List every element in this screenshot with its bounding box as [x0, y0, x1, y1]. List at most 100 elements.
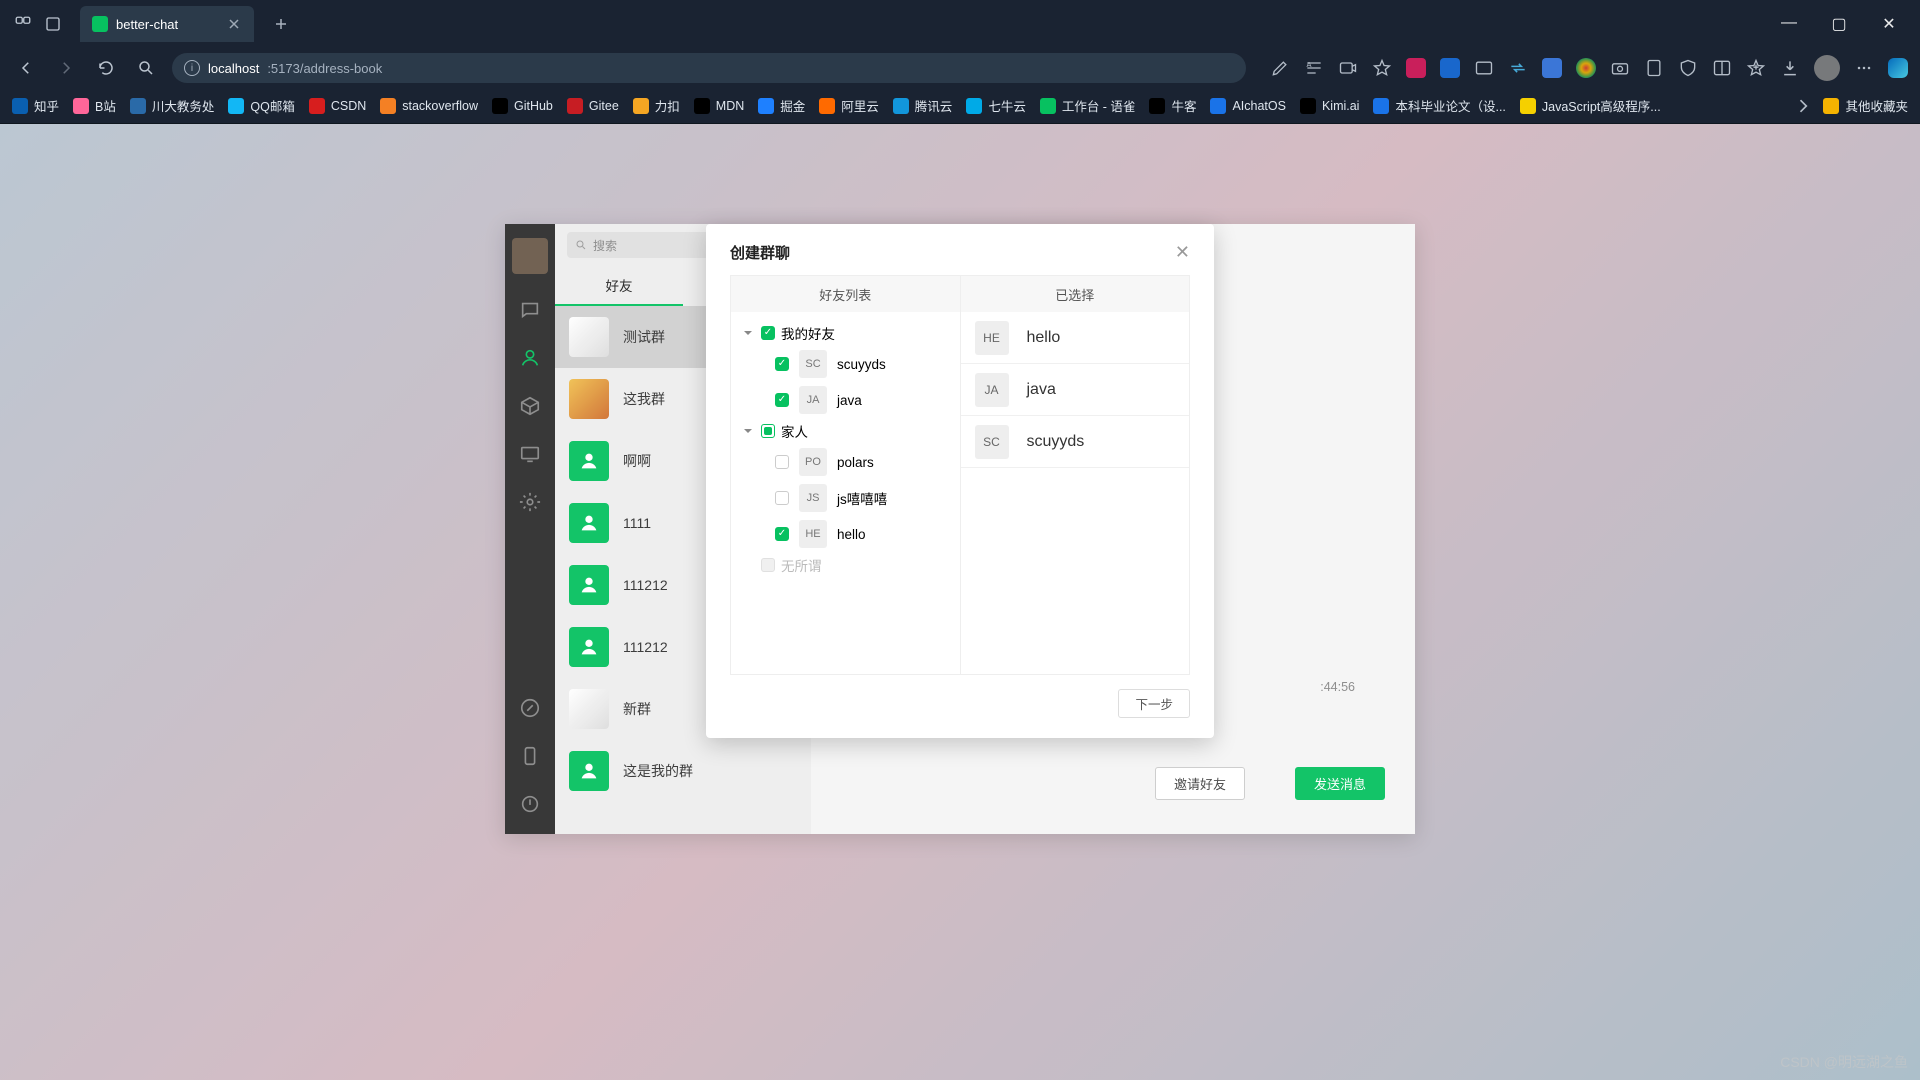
- ext-icon-4[interactable]: [1576, 58, 1596, 78]
- bookmark-item[interactable]: JavaScript高级程序...: [1520, 96, 1661, 115]
- bookmark-item[interactable]: 工作台 - 语雀: [1040, 96, 1136, 115]
- category-label: 我的好友: [781, 323, 835, 343]
- friend-name: hello: [837, 527, 866, 542]
- browser-addressbar: i localhost:5173/address-book A: [0, 48, 1920, 88]
- copilot-icon[interactable]: [1888, 58, 1908, 78]
- checkbox[interactable]: [761, 424, 775, 438]
- window-minimize[interactable]: —: [1774, 14, 1804, 34]
- chevron-down-icon[interactable]: [741, 326, 755, 340]
- modal-mask[interactable]: 创建群聊 ✕ 好友列表 我的好友SCscuyydsJAjava家人POpolar…: [0, 124, 1920, 1080]
- tree-friend-item[interactable]: HEhello: [741, 516, 950, 552]
- bookmarks-overflow[interactable]: [1793, 96, 1813, 116]
- nav-search[interactable]: [132, 54, 160, 82]
- checkbox[interactable]: [775, 455, 789, 469]
- more-icon[interactable]: [1854, 58, 1874, 78]
- selected-item[interactable]: JAjava: [961, 364, 1190, 416]
- ext-icon-3[interactable]: [1542, 58, 1562, 78]
- tree-category[interactable]: 我的好友: [741, 320, 950, 346]
- split-icon[interactable]: [1712, 58, 1732, 78]
- downloads-icon[interactable]: [1780, 58, 1800, 78]
- bookmark-label: 七牛云: [988, 96, 1026, 115]
- bookmark-item[interactable]: QQ邮箱: [228, 96, 294, 115]
- bookmark-item[interactable]: 腾讯云: [893, 96, 953, 115]
- bookmark-item[interactable]: 本科毕业论文（设...: [1373, 96, 1505, 115]
- browser-tab[interactable]: better-chat: [80, 6, 254, 42]
- target-header: 已选择: [961, 276, 1190, 312]
- bookmark-icon: [228, 98, 244, 114]
- tree-category[interactable]: 无所谓: [741, 552, 950, 578]
- bookmark-item[interactable]: AIchatOS: [1210, 98, 1286, 114]
- bookmark-icon: [567, 98, 583, 114]
- bookmark-label: B站: [95, 96, 116, 115]
- bookmark-item[interactable]: CSDN: [309, 98, 366, 114]
- bookmark-item[interactable]: 川大教务处: [130, 96, 215, 115]
- ext-icon-2[interactable]: [1440, 58, 1460, 78]
- bookmark-label: CSDN: [331, 99, 366, 113]
- edit-icon[interactable]: [1270, 58, 1290, 78]
- bookmark-item[interactable]: B站: [73, 96, 116, 115]
- chevron-down-icon[interactable]: [741, 424, 755, 438]
- bookmark-item[interactable]: 牛客: [1149, 96, 1196, 115]
- bookmark-item[interactable]: 七牛云: [966, 96, 1026, 115]
- tree-friend-item[interactable]: SCscuyyds: [741, 346, 950, 382]
- bookmark-folder[interactable]: 其他收藏夹: [1823, 96, 1908, 115]
- bookmark-item[interactable]: 阿里云: [819, 96, 879, 115]
- checkbox[interactable]: [775, 527, 789, 541]
- profile-avatar[interactable]: [1814, 55, 1840, 81]
- tab-title: better-chat: [116, 17, 178, 32]
- bookmark-label: 牛客: [1171, 96, 1196, 115]
- bookmark-label: 掘金: [780, 96, 805, 115]
- picture-icon[interactable]: [1474, 58, 1494, 78]
- nav-refresh[interactable]: [92, 54, 120, 82]
- camera-icon[interactable]: [1610, 58, 1630, 78]
- tree-friend-item[interactable]: JSjs嘻嘻嘻: [741, 480, 950, 516]
- transfer-target: 已选择 HEhelloJAjavaSCscuyyds: [960, 276, 1190, 674]
- note-icon[interactable]: [1644, 58, 1664, 78]
- checkbox[interactable]: [761, 326, 775, 340]
- tree-friend-item[interactable]: JAjava: [741, 382, 950, 418]
- next-step-button[interactable]: 下一步: [1118, 689, 1190, 718]
- favorite-icon[interactable]: [1372, 58, 1392, 78]
- shield-icon[interactable]: [1678, 58, 1698, 78]
- bookmark-item[interactable]: MDN: [694, 98, 744, 114]
- bookmark-item[interactable]: 知乎: [12, 96, 59, 115]
- bookmark-item[interactable]: 掘金: [758, 96, 805, 115]
- bookmark-item[interactable]: stackoverflow: [380, 98, 478, 114]
- selected-item[interactable]: SCscuyyds: [961, 416, 1190, 468]
- checkbox[interactable]: [775, 491, 789, 505]
- window-close[interactable]: ✕: [1874, 14, 1904, 34]
- sync-icon[interactable]: [1508, 58, 1528, 78]
- bookmark-label: QQ邮箱: [250, 96, 294, 115]
- url-input[interactable]: i localhost:5173/address-book: [172, 53, 1246, 83]
- tree-category[interactable]: 家人: [741, 418, 950, 444]
- bookmark-icon: [819, 98, 835, 114]
- bookmark-icon: [1373, 98, 1389, 114]
- window-maximize[interactable]: ▢: [1824, 14, 1854, 34]
- checkbox[interactable]: [775, 393, 789, 407]
- tabs-icon[interactable]: [42, 13, 64, 35]
- collections-icon[interactable]: [1746, 58, 1766, 78]
- browser-titlebar: better-chat — ▢ ✕: [0, 0, 1920, 48]
- selected-item[interactable]: HEhello: [961, 312, 1190, 364]
- friend-tree: 我的好友 SCscuyydsJAjava家人POpolarsJSjs嘻嘻嘻HEhe…: [731, 312, 960, 586]
- site-info-icon[interactable]: i: [184, 60, 200, 76]
- nav-back[interactable]: [12, 54, 40, 82]
- bookmark-icon: [893, 98, 909, 114]
- workspace-icon[interactable]: [12, 13, 34, 35]
- reader-icon[interactable]: A: [1304, 58, 1324, 78]
- video-icon[interactable]: [1338, 58, 1358, 78]
- bookmark-item[interactable]: Kimi.ai: [1300, 98, 1360, 114]
- tree-friend-item[interactable]: POpolars: [741, 444, 950, 480]
- create-group-modal: 创建群聊 ✕ 好友列表 我的好友SCscuyydsJAjava家人POpolar…: [706, 224, 1214, 738]
- bookmark-item[interactable]: 力扣: [633, 96, 680, 115]
- new-tab-button[interactable]: [270, 13, 292, 35]
- bookmark-item[interactable]: Gitee: [567, 98, 619, 114]
- modal-close-icon[interactable]: ✕: [1175, 242, 1190, 263]
- close-tab-icon[interactable]: [226, 16, 242, 32]
- selected-name: java: [1027, 381, 1056, 399]
- checkbox[interactable]: [775, 357, 789, 371]
- bookmark-label: Gitee: [589, 99, 619, 113]
- ext-icon-1[interactable]: [1406, 58, 1426, 78]
- bookmark-item[interactable]: GitHub: [492, 98, 553, 114]
- chevron-down-icon[interactable]: [741, 558, 755, 572]
